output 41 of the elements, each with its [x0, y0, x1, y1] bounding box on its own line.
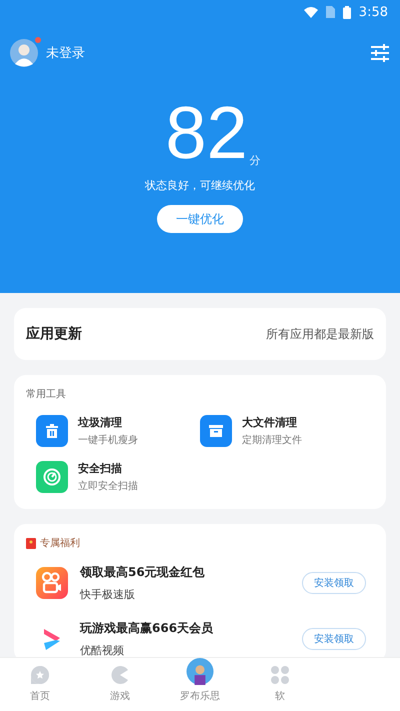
settings-sliders-icon[interactable] [370, 44, 390, 62]
no-sim-icon [326, 6, 335, 18]
pacman-icon [110, 665, 130, 685]
tab[interactable]: 游戏 [80, 658, 160, 711]
offer-title: 玩游戏最高赢666天会员 [80, 620, 214, 637]
optimize-button[interactable]: 一键优化 [157, 205, 243, 233]
tool-subtitle: 一键手机瘦身 [78, 434, 138, 447]
tool-subtitle: 定期清理文件 [242, 434, 302, 447]
score-unit: 分 [250, 153, 261, 168]
section-title: 常用工具 [26, 388, 67, 401]
star-bubble-icon [30, 665, 50, 685]
clock-time: 3:58 [358, 4, 388, 20]
card-title: 应用更新 [26, 325, 82, 343]
avatar-icon[interactable] [10, 39, 38, 67]
tab[interactable]: 首页 [0, 658, 80, 711]
app-name: 快手极速版 [80, 587, 136, 602]
wifi-icon [304, 6, 318, 18]
app-name: 优酷视频 [80, 643, 125, 658]
tab[interactable]: 罗布乐思 [160, 658, 240, 711]
update-status: 所有应用都是最新版 [266, 326, 374, 342]
tab[interactable]: 软 [240, 658, 320, 711]
login-status[interactable]: 未登录 [46, 44, 362, 62]
status-message: 状态良好，可继续优化 [144, 178, 256, 193]
install-button[interactable]: 安装领取 [302, 572, 366, 594]
offer-title: 领取最高56元现金红包 [80, 564, 206, 581]
avatar-icon [185, 658, 215, 685]
gauge-icon [43, 468, 61, 486]
battery-icon [342, 6, 351, 18]
install-button[interactable]: 安装领取 [302, 628, 366, 650]
apps-icon [270, 665, 290, 685]
camera-app-icon [36, 567, 68, 599]
score-value: 82 [165, 96, 248, 170]
envelope-icon [26, 538, 36, 548]
tool-title[interactable]: 垃圾清理 [78, 415, 138, 430]
tool-title[interactable]: 安全扫描 [78, 461, 138, 476]
archive-icon [208, 423, 224, 439]
section-title: 专属福利 [40, 536, 80, 550]
tool-title[interactable]: 大文件清理 [242, 415, 302, 430]
tool-subtitle: 立即安全扫描 [78, 480, 138, 493]
update-card[interactable]: 应用更新 所有应用都是最新版 [14, 308, 386, 360]
trash-icon [44, 423, 60, 439]
